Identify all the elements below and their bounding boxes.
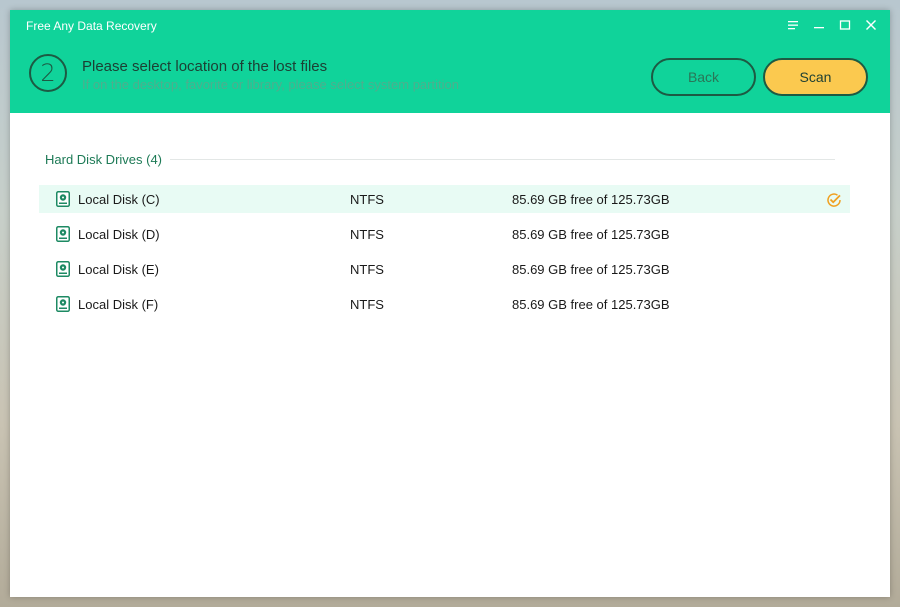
drive-name: Local Disk (F) <box>78 297 159 312</box>
section-header: Hard Disk Drives (4) <box>45 151 835 167</box>
drive-space: 85.69 GB free of 125.73GB <box>512 297 670 312</box>
drive-row-d[interactable]: Local Disk (D) NTFS 85.69 GB free of 125… <box>39 220 850 248</box>
app-title: Free Any Data Recovery <box>26 19 157 33</box>
drive-filesystem: NTFS <box>350 227 384 242</box>
step-number: 2 <box>29 54 67 92</box>
drive-space: 85.69 GB free of 125.73GB <box>512 262 670 277</box>
section-title: Hard Disk Drives (4) <box>45 151 163 167</box>
drive-space: 85.69 GB free of 125.73GB <box>512 192 670 207</box>
step-title: Please select location of the lost files <box>82 58 328 75</box>
drive-filesystem: NTFS <box>350 192 384 207</box>
selected-check-icon <box>826 192 842 208</box>
drive-name: Local Disk (C) <box>78 192 160 207</box>
header-bar: Free Any Data Recovery 2 Please select l… <box>10 10 890 113</box>
main-content: Hard Disk Drives (4) Local Disk (C) NTFS… <box>10 113 890 597</box>
drive-filesystem: NTFS <box>350 262 384 277</box>
drive-row-f[interactable]: Local Disk (F) NTFS 85.69 GB free of 125… <box>39 290 850 318</box>
drive-name: Local Disk (D) <box>78 227 160 242</box>
back-button[interactable]: Back <box>651 58 756 96</box>
drive-row-e[interactable]: Local Disk (E) NTFS 85.69 GB free of 125… <box>39 255 850 283</box>
hard-disk-icon <box>56 261 70 277</box>
hard-disk-icon <box>56 296 70 312</box>
minimize-icon[interactable] <box>808 16 830 34</box>
drive-row-c[interactable]: Local Disk (C) NTFS 85.69 GB free of 125… <box>39 185 850 213</box>
menu-icon[interactable] <box>782 16 804 34</box>
step-subtitle: If on the desktop, favorite or library, … <box>82 77 459 92</box>
drive-filesystem: NTFS <box>350 297 384 312</box>
drive-name: Local Disk (E) <box>78 262 159 277</box>
hard-disk-icon <box>56 191 70 207</box>
scan-button[interactable]: Scan <box>763 58 868 96</box>
app-window: Free Any Data Recovery 2 Please select l… <box>10 10 890 597</box>
hard-disk-icon <box>56 226 70 242</box>
close-icon[interactable] <box>860 16 882 34</box>
section-divider <box>170 158 835 160</box>
window-controls <box>782 16 882 34</box>
drive-space: 85.69 GB free of 125.73GB <box>512 227 670 242</box>
maximize-icon[interactable] <box>834 16 856 34</box>
